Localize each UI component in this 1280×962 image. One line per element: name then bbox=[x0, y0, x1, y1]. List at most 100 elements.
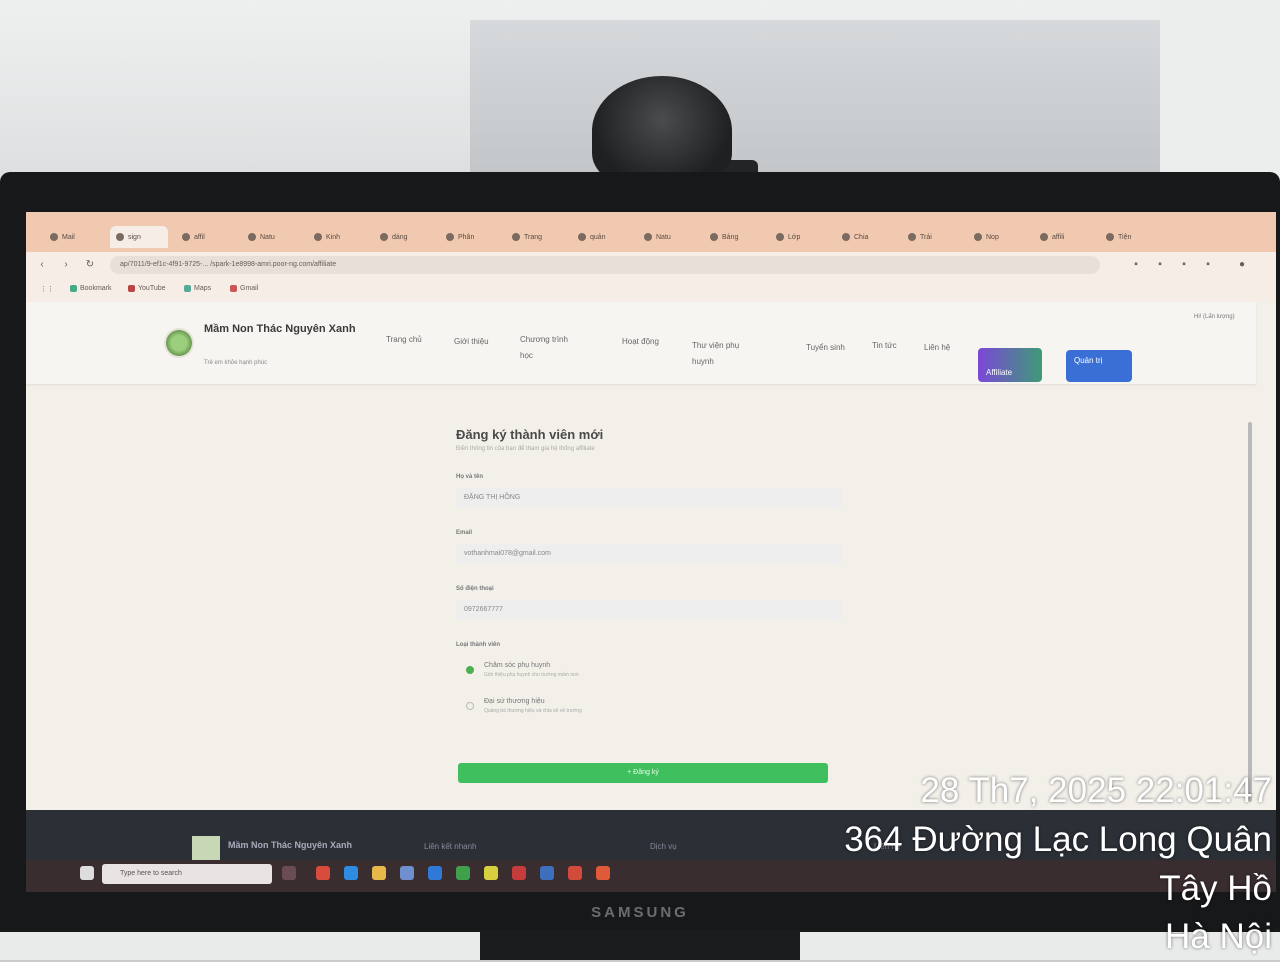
tab-favicon-icon bbox=[116, 233, 124, 241]
tab-favicon-icon bbox=[710, 233, 718, 241]
chrome-icon[interactable] bbox=[568, 866, 582, 880]
excel-icon[interactable] bbox=[456, 866, 470, 880]
bookmark-item[interactable]: Gmail bbox=[230, 285, 258, 292]
nav-item[interactable]: Hoạt động bbox=[622, 334, 682, 350]
page-scrollbar[interactable] bbox=[1248, 422, 1252, 802]
browser-tab[interactable]: Tiện bbox=[1100, 226, 1158, 248]
browser-tab[interactable]: quản bbox=[572, 226, 630, 248]
tab-favicon-icon bbox=[248, 233, 256, 241]
nav-item[interactable]: Thư viện phụ huynh bbox=[692, 338, 752, 370]
nav-item[interactable]: Tuyển sinh bbox=[806, 340, 866, 356]
browser-tab-bar: Mail sign affil Natu Kinh dáng Phân Trang quản Na… bbox=[26, 212, 1276, 252]
youtube-icon bbox=[128, 285, 135, 292]
nav-item[interactable]: Trang chủ bbox=[386, 332, 446, 348]
browser-tab[interactable]: Natu bbox=[242, 226, 300, 248]
name-input[interactable]: ĐẶNG THỊ HỒNG bbox=[456, 488, 842, 508]
tab-label: Kinh bbox=[326, 233, 341, 241]
browser-tab[interactable]: affili bbox=[1034, 226, 1092, 248]
app-icon[interactable] bbox=[596, 866, 610, 880]
browser-tab[interactable]: dáng bbox=[374, 226, 432, 248]
browser-tab[interactable]: affil bbox=[176, 226, 234, 248]
back-icon[interactable]: ‹ bbox=[36, 259, 48, 271]
radio-selected[interactable] bbox=[466, 666, 474, 674]
tab-favicon-icon bbox=[578, 233, 586, 241]
footer-link-quick[interactable]: Liên kết nhanh bbox=[424, 842, 477, 851]
browser-tab[interactable]: Chia bbox=[836, 226, 894, 248]
app-icon[interactable] bbox=[428, 866, 442, 880]
option-title: Đại sứ thương hiệu bbox=[484, 698, 545, 705]
task-view-icon[interactable] bbox=[282, 866, 296, 880]
browser-tab[interactable]: Bảng bbox=[704, 226, 762, 248]
site-tagline: Trẻ em khỏe hạnh phúc bbox=[204, 360, 268, 366]
tab-label: Phân bbox=[458, 233, 475, 241]
email-input[interactable]: vothanhmai078@gmail.com bbox=[456, 544, 842, 564]
tab-label: Bảng bbox=[722, 233, 739, 241]
footer-site-name: Mầm Non Thác Nguyên Xanh bbox=[228, 840, 353, 850]
browser-tab[interactable]: Trang bbox=[506, 226, 564, 248]
nav-item[interactable]: Giới thiệu bbox=[454, 334, 514, 350]
bookmark-item[interactable]: Maps bbox=[184, 285, 211, 292]
photo-street: 364 Đường Lạc Long Quân bbox=[844, 820, 1272, 859]
tab-favicon-icon bbox=[314, 233, 322, 241]
bookmark-item[interactable]: YouTube bbox=[128, 285, 166, 292]
windows-start-icon[interactable] bbox=[80, 866, 94, 880]
browser-tab[interactable]: Nop bbox=[968, 226, 1026, 248]
gmail-icon bbox=[230, 285, 237, 292]
photo-datetime: 28 Th7, 2025 22:01:47 bbox=[920, 771, 1272, 810]
browser-tab[interactable]: Lớp bbox=[770, 226, 828, 248]
store-icon[interactable] bbox=[400, 866, 414, 880]
reload-icon[interactable]: ↻ bbox=[84, 259, 96, 271]
taskbar-search[interactable]: Type here to search bbox=[102, 864, 272, 884]
photo-district: Tây Hồ bbox=[1159, 869, 1272, 908]
forward-icon[interactable]: › bbox=[60, 259, 72, 271]
nav-item[interactable]: Liên hệ bbox=[924, 340, 984, 356]
browser-tab[interactable]: Natu bbox=[638, 226, 696, 248]
edge-icon[interactable] bbox=[344, 866, 358, 880]
extension-icon[interactable]: ▪ bbox=[1130, 259, 1142, 271]
member-type-option-parent-care[interactable]: Chăm sóc phụ huynh Giới thiệu phụ huynh … bbox=[466, 662, 836, 678]
option-desc: Quảng bá thương hiệu và chia sẻ về trườn… bbox=[484, 708, 582, 714]
tab-label: Trang bbox=[524, 233, 543, 241]
extension-icon[interactable]: ▪ bbox=[1202, 259, 1214, 271]
browser-tab[interactable]: Phân bbox=[440, 226, 498, 248]
site-logo[interactable] bbox=[164, 328, 194, 358]
file-explorer-icon[interactable] bbox=[372, 866, 386, 880]
extension-icon[interactable]: ▪ bbox=[1178, 259, 1190, 271]
phone-input[interactable]: 0972667777 bbox=[456, 600, 842, 620]
apps-icon[interactable]: ⋮⋮ bbox=[40, 285, 54, 293]
maps-icon bbox=[184, 285, 191, 292]
affiliate-button[interactable]: Affiliate bbox=[978, 348, 1042, 382]
browser-tab[interactable]: Trải bbox=[902, 226, 960, 248]
address-bar[interactable]: ap/7011/9-ef1c-4f91-9725-... /spark-1e89… bbox=[110, 256, 1100, 274]
phone-label: Số điện thoại bbox=[456, 586, 494, 592]
tab-label: affil bbox=[194, 233, 205, 241]
app-icon[interactable] bbox=[540, 866, 554, 880]
monitor-stand bbox=[480, 930, 800, 960]
site-name[interactable]: Mầm Non Thác Nguyên Xanh bbox=[204, 320, 364, 338]
tab-favicon-icon bbox=[908, 233, 916, 241]
tab-label: Natu bbox=[656, 233, 671, 241]
app-icon[interactable] bbox=[512, 866, 526, 880]
extension-icon[interactable]: ▪ bbox=[1154, 259, 1166, 271]
browser-tab[interactable]: Kinh bbox=[308, 226, 366, 248]
tab-label: Nop bbox=[986, 233, 999, 241]
tab-label: Chia bbox=[854, 233, 869, 241]
profile-icon[interactable]: ● bbox=[1236, 259, 1248, 271]
member-type-option-ambassador[interactable]: Đại sứ thương hiệu Quảng bá thương hiệu … bbox=[466, 698, 836, 714]
admin-button[interactable]: Quản trị bbox=[1066, 350, 1132, 382]
register-submit-button[interactable]: + Đăng ký bbox=[458, 763, 828, 783]
nav-item[interactable]: Tin tức bbox=[872, 338, 932, 354]
bookmark-item[interactable]: Bookmark bbox=[70, 285, 112, 292]
browser-tab[interactable]: sign bbox=[110, 226, 168, 248]
app-icon[interactable] bbox=[484, 866, 498, 880]
nav-item[interactable]: Chương trình học bbox=[520, 332, 580, 364]
chrome-icon[interactable] bbox=[316, 866, 330, 880]
browser-tab[interactable]: Mail bbox=[44, 226, 102, 248]
tab-favicon-icon bbox=[446, 233, 454, 241]
user-info: Hi! (Lấn lượng) bbox=[1194, 314, 1235, 320]
tab-label: quản bbox=[590, 233, 606, 241]
footer-link-services[interactable]: Dịch vụ bbox=[650, 842, 677, 851]
monitor-brand: SAMSUNG bbox=[591, 904, 689, 921]
email-label: Email bbox=[456, 530, 473, 536]
radio-unselected[interactable] bbox=[466, 702, 474, 710]
